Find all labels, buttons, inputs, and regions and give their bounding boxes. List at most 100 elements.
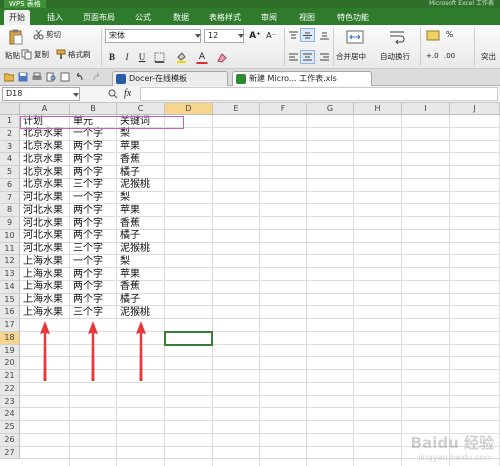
column-header-f[interactable]: F	[260, 103, 307, 115]
row-header-19[interactable]: 19	[0, 344, 20, 358]
cell-b8[interactable]: 两个字	[73, 205, 103, 217]
row-header-7[interactable]: 7	[0, 191, 20, 205]
row-header-22[interactable]: 22	[0, 382, 20, 396]
tab-data[interactable]: 数据	[168, 10, 194, 25]
cell-a4[interactable]: 北京水果	[23, 154, 63, 166]
row-header-8[interactable]: 8	[0, 204, 20, 217]
paste-icon[interactable]	[8, 29, 24, 45]
row-header-9[interactable]: 9	[0, 217, 20, 230]
row-header-26[interactable]: 26	[0, 433, 20, 447]
shrink-font-button[interactable]: A⁻	[264, 29, 278, 43]
row-header-12[interactable]: 12	[0, 255, 20, 268]
align-bottom-icon[interactable]	[319, 30, 330, 41]
cell-b15[interactable]: 两个字	[73, 294, 103, 306]
cell-a16[interactable]: 上海水果	[23, 307, 63, 319]
cell-c2[interactable]: 梨	[120, 128, 130, 140]
row-header-21[interactable]: 21	[0, 370, 20, 383]
cell-c11[interactable]: 泥猴桃	[120, 243, 150, 255]
conditional-format-button[interactable]: 突出	[481, 51, 496, 62]
merge-center-icon[interactable]	[346, 30, 364, 44]
cell-b7[interactable]: 一个字	[73, 192, 103, 204]
column-header-d[interactable]: D	[165, 103, 213, 115]
cell-b2[interactable]: 一个字	[73, 128, 103, 140]
align-center-button[interactable]	[300, 50, 315, 64]
cell-b11[interactable]: 三个字	[73, 243, 103, 255]
column-header-b[interactable]: B	[70, 103, 117, 115]
fx-button[interactable]: fx	[124, 88, 131, 99]
chevron-down-icon[interactable]	[73, 93, 79, 97]
cell-c5[interactable]: 橘子	[120, 167, 140, 179]
cell-c10[interactable]: 橘子	[120, 230, 140, 242]
cell-c14[interactable]: 香蕉	[120, 281, 140, 293]
tab-table-style[interactable]: 表格样式	[204, 10, 246, 25]
column-header-h[interactable]: H	[354, 103, 402, 115]
format-painter-button[interactable]: 格式刷	[68, 49, 91, 60]
wrap-text-icon[interactable]	[389, 30, 405, 44]
row-header-3[interactable]: 3	[0, 140, 20, 154]
row-header-5[interactable]: 5	[0, 166, 20, 179]
percent-format-button[interactable]: %	[446, 29, 453, 40]
italic-button[interactable]: I	[121, 50, 133, 64]
font-name-select[interactable]: 宋体	[105, 29, 201, 43]
column-header-c[interactable]: C	[117, 103, 165, 115]
column-header-i[interactable]: I	[402, 103, 450, 115]
align-right-icon[interactable]	[319, 52, 330, 63]
tab-page-layout[interactable]: 页面布局	[78, 10, 120, 25]
cell-a11[interactable]: 河北水果	[23, 243, 63, 255]
cell-a6[interactable]: 北京水果	[23, 179, 63, 191]
increase-decimal-button[interactable]: +.0	[426, 51, 439, 62]
name-box[interactable]: D18	[2, 87, 80, 101]
select-all-corner[interactable]	[0, 103, 20, 115]
bold-button[interactable]: B	[106, 50, 118, 64]
row-header-10[interactable]: 10	[0, 229, 20, 243]
row-header-25[interactable]: 25	[0, 421, 20, 434]
wrap-text-button[interactable]: 自动换行	[380, 51, 410, 62]
row-header-16[interactable]: 16	[0, 306, 20, 319]
row-header-13[interactable]: 13	[0, 268, 20, 281]
cell-a8[interactable]: 河北水果	[23, 205, 63, 217]
decrease-decimal-button[interactable]: .00	[444, 51, 455, 62]
clear-format-icon[interactable]	[216, 52, 227, 63]
cell-b5[interactable]: 两个字	[73, 167, 103, 179]
row-header-1[interactable]: 1	[0, 115, 20, 128]
cell-a10[interactable]: 河北水果	[23, 230, 63, 242]
cell-b9[interactable]: 两个字	[73, 218, 103, 230]
row-header-23[interactable]: 23	[0, 395, 20, 409]
paste-label[interactable]: 粘贴	[5, 50, 20, 61]
row-header-15[interactable]: 15	[0, 293, 20, 307]
row-header-18[interactable]: 18	[0, 331, 20, 345]
fill-color-icon[interactable]	[176, 52, 187, 63]
row-header-4[interactable]: 4	[0, 153, 20, 166]
cell-b4[interactable]: 两个字	[73, 154, 103, 166]
cell-c12[interactable]: 梨	[120, 256, 130, 268]
cut-button[interactable]: 剪切	[46, 29, 61, 40]
tab-review[interactable]: 审阅	[256, 10, 282, 25]
cell-a2[interactable]: 北京水果	[23, 128, 63, 140]
align-top-icon[interactable]	[288, 30, 299, 41]
tab-insert[interactable]: 插入	[42, 10, 68, 25]
scissors-icon[interactable]	[33, 29, 44, 40]
tab-formulas[interactable]: 公式	[130, 10, 156, 25]
grow-font-button[interactable]: A⁺	[248, 29, 262, 43]
row-header-11[interactable]: 11	[0, 242, 20, 256]
tab-workbook[interactable]: 新建 Micro... 工作表.xls	[232, 71, 372, 86]
underline-button[interactable]: U	[136, 50, 148, 64]
align-left-icon[interactable]	[288, 52, 299, 63]
formula-input[interactable]	[140, 87, 498, 101]
active-cell-cursor[interactable]	[164, 330, 213, 346]
accounting-format-icon[interactable]	[426, 30, 440, 41]
column-header-j[interactable]: J	[450, 103, 500, 115]
row-header-24[interactable]: 24	[0, 408, 20, 421]
zoom-icon[interactable]	[108, 89, 118, 99]
spreadsheet-grid[interactable]: ABCDEFGHIJ 1 2 3 4 5 6 7 8 9 10 11 12 13 14 15 16 17 18 19…	[0, 103, 500, 466]
cell-c9[interactable]: 香蕉	[120, 218, 140, 230]
cell-a9[interactable]: 河北水果	[23, 218, 63, 230]
cell-b14[interactable]: 两个字	[73, 281, 103, 293]
cell-b3[interactable]: 两个字	[73, 141, 103, 153]
row-header-6[interactable]: 6	[0, 178, 20, 192]
tab-home[interactable]: 开始	[4, 10, 30, 25]
print-preview-icon[interactable]	[46, 72, 56, 82]
cell-c8[interactable]: 苹果	[120, 205, 140, 217]
chevron-down-icon[interactable]	[195, 34, 201, 38]
cell-c3[interactable]: 苹果	[120, 141, 140, 153]
